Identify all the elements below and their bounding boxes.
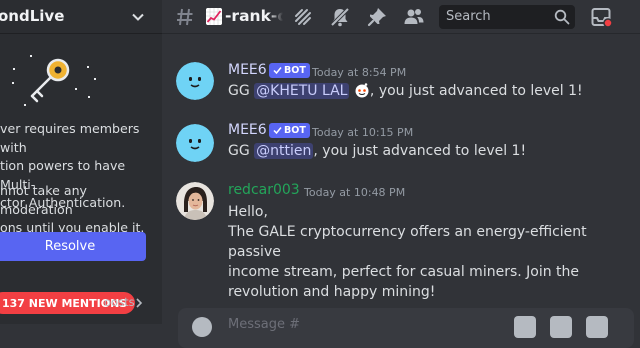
message-greeting: Hello, [228, 204, 268, 220]
message-text: , you just advanced to level 1! [369, 83, 583, 99]
chart-emoji-icon [206, 8, 222, 25]
message-timestamp: Today at 10:15 PM [312, 126, 414, 139]
key-illustration-icon [12, 55, 96, 106]
gift-icon[interactable] [514, 316, 536, 338]
message-item[interactable]: MEE6 BOT Today at 8:54 PM GG @KHETU LAL … [162, 62, 640, 106]
message-author[interactable]: MEE6 [228, 62, 267, 78]
server-sidebar: ondLive ver requires members with tion p… [0, 0, 162, 324]
threads-icon[interactable] [292, 6, 314, 28]
chevron-right-icon[interactable] [134, 297, 144, 309]
resolve-button[interactable]: Resolve [0, 232, 146, 261]
server-name: ondLive [0, 7, 65, 25]
bot-badge: BOT [269, 123, 310, 138]
mfa-moderation-notice: nnot take any moderation ons until you e… [0, 183, 145, 235]
search-input[interactable]: Search [439, 5, 575, 29]
message-content: GG @KHETU LAL , you just advanced to lev… [228, 81, 583, 101]
check-icon [273, 127, 282, 135]
user-mention[interactable]: @nttien [254, 143, 314, 159]
message-item[interactable]: redcar003 Today at 10:48 PM Hello, The G… [162, 182, 640, 300]
gif-icon[interactable] [550, 316, 572, 338]
user-mention[interactable]: @KHETU LAL [254, 83, 350, 99]
pin-icon[interactable] [366, 6, 388, 28]
message-timestamp: Today at 8:54 PM [312, 66, 407, 79]
server-header[interactable]: ondLive [0, 0, 162, 34]
bot-badge: BOT [269, 63, 310, 78]
message-content: The GALE cryptocurrency offers an energy… [228, 224, 587, 300]
user-avatar[interactable] [176, 182, 214, 220]
bot-tag-label: BOT [284, 65, 306, 76]
reddit-emoji-icon [355, 83, 369, 98]
add-attachment-icon[interactable] [192, 317, 212, 337]
mee6-avatar[interactable] [176, 62, 214, 100]
boosts-link[interactable]: oosts [104, 295, 135, 309]
message-item[interactable]: MEE6 BOT Today at 10:15 PM GG @nttien, y… [162, 122, 640, 168]
composer-placeholder: Message # [228, 317, 301, 332]
message-text: GG [228, 83, 255, 99]
check-icon [273, 67, 282, 75]
search-placeholder: Search [446, 9, 491, 24]
message-text: GG [228, 143, 255, 159]
chevron-down-icon[interactable] [131, 10, 145, 24]
channel-name: -rank-ch [225, 7, 283, 25]
message-content: GG @nttien, you just advanced to level 1… [228, 141, 526, 161]
sticker-icon[interactable] [586, 316, 608, 338]
members-icon[interactable] [403, 6, 425, 28]
channel-header: -rank-ch Search [162, 0, 640, 34]
bell-slash-icon[interactable] [329, 6, 351, 28]
hash-icon [177, 8, 193, 26]
message-author[interactable]: redcar003 [228, 182, 300, 198]
message-timestamp: Today at 10:48 PM [304, 186, 406, 199]
inbox-icon[interactable] [590, 6, 612, 28]
bot-tag-label: BOT [284, 125, 306, 136]
message-author[interactable]: MEE6 [228, 122, 267, 138]
search-icon [554, 9, 570, 25]
message-composer[interactable]: Message # [178, 308, 634, 348]
message-text: , you just advanced to level 1! [313, 143, 527, 159]
mee6-avatar[interactable] [176, 124, 214, 162]
